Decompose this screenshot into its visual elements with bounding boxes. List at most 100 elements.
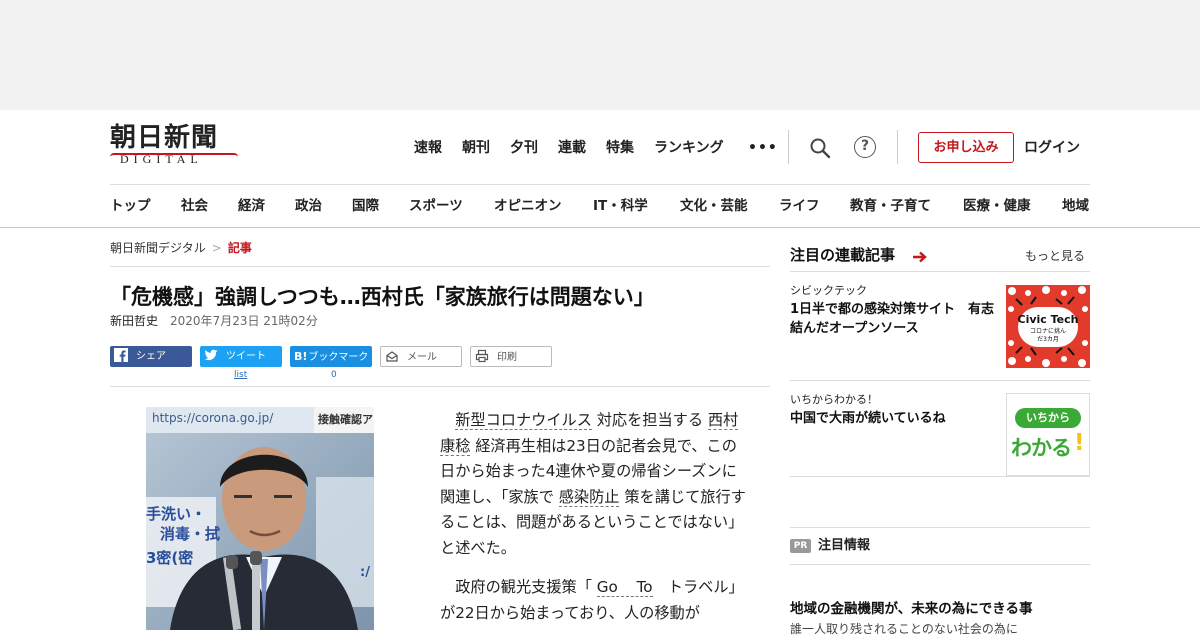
top-navigation: 速報 朝刊 夕刊 連載 特集 ランキング xyxy=(414,138,744,158)
facebook-icon xyxy=(114,348,128,362)
category-opinion[interactable]: オピニオン xyxy=(494,196,562,216)
category-politics[interactable]: 政治 xyxy=(295,196,322,216)
article-title: 「危機感」強調しつつも…西村氏「家族旅行は問題ない」 xyxy=(110,285,655,309)
ad-banner-area xyxy=(0,0,1200,110)
photo-banner-text-3: 3密(密 xyxy=(146,549,194,567)
divider xyxy=(790,271,1090,272)
hatena-icon: B! xyxy=(294,350,308,363)
photo-url-text: https://corona.go.jp/ xyxy=(152,411,274,425)
breadcrumb: 朝日新聞デジタル > 記事 xyxy=(110,240,252,256)
divider xyxy=(790,476,1090,477)
facebook-share-button[interactable]: シェア xyxy=(110,346,192,367)
article-paragraph: 政府の観光支援策「 Go To トラベル」が22日から始まっており、人の移動が xyxy=(440,575,750,626)
pr-item-subtitle: 誰一人取り残されることのない社会の為に xyxy=(790,622,1018,636)
pr-item-title[interactable]: 地域の金融機関が、未来の為にできる事 xyxy=(790,600,1032,618)
paragraph-text: 政府の観光支援策「 xyxy=(455,578,592,596)
sidebar-item-category: いちからわかる！ xyxy=(790,393,878,406)
breadcrumb-home[interactable]: 朝日新聞デジタル xyxy=(110,241,206,255)
twitter-share-label: ツイート xyxy=(226,351,266,362)
photo-sign-text: 接触確認ア xyxy=(318,413,373,426)
article-date: 2020年7月23日 21時02分 xyxy=(170,314,318,328)
pr-section-label: 注目情報 xyxy=(818,538,871,553)
category-life[interactable]: ライフ xyxy=(779,196,820,216)
sidebar-item-category: シビックテック xyxy=(790,284,867,297)
article-paragraph: 新型コロナウイルス 対応を担当する 西村康稔 経済再生相は23日の記者会見で、こ… xyxy=(440,408,750,561)
breadcrumb-current: 記事 xyxy=(227,241,252,255)
login-button[interactable]: ログイン xyxy=(1024,138,1080,158)
mail-share-label: メール xyxy=(407,352,437,363)
hatena-bookmark-label: ブックマーク xyxy=(308,352,369,363)
facebook-share-label: シェア xyxy=(136,351,166,362)
photo-banner-text-1: 手洗い・ xyxy=(146,505,207,523)
article-author[interactable]: 新田哲史 xyxy=(110,314,158,328)
ichikara-badge: いちから xyxy=(1015,408,1081,428)
print-label: 印刷 xyxy=(497,352,517,363)
topnav-item-features[interactable]: 特集 xyxy=(606,138,634,158)
category-health[interactable]: 医療・健康 xyxy=(963,196,1031,216)
paragraph-text: 対応を担当する xyxy=(596,411,704,429)
more-menu-icon[interactable]: ••• xyxy=(748,138,778,158)
photo-banner-text-2: 消毒・拭 xyxy=(160,525,221,543)
logo-title: 朝日新聞 xyxy=(110,123,219,153)
site-header: 朝日新聞 DIGITAL 速報 朝刊 夕刊 連載 特集 ランキング ••• ? … xyxy=(0,110,1200,228)
keyword-link[interactable]: 新型コロナウイルス xyxy=(455,411,592,430)
article-byline: 新田哲史 2020年7月23日 21時02分 xyxy=(110,313,318,329)
twitter-share-button[interactable]: ツイート xyxy=(200,346,282,367)
hatena-bookmark-count: 0 xyxy=(331,370,337,380)
category-culture[interactable]: 文化・芸能 xyxy=(680,196,748,216)
divider xyxy=(110,386,770,387)
keyword-link[interactable]: 感染防止 xyxy=(558,487,620,507)
divider xyxy=(790,380,1090,381)
site-logo[interactable]: 朝日新聞 DIGITAL xyxy=(110,124,240,170)
category-sports[interactable]: スポーツ xyxy=(409,196,463,216)
mail-share-button[interactable]: メール xyxy=(380,346,462,367)
category-top[interactable]: トップ xyxy=(110,196,151,216)
category-local[interactable]: 地域 xyxy=(1062,196,1089,216)
help-icon[interactable]: ? xyxy=(854,136,876,158)
divider xyxy=(790,564,1090,565)
civic-tech-sublabel: コロナに挑んだ3カ月 xyxy=(1030,328,1067,343)
sidebar-item-title[interactable]: 1日半で都の感染対策サイト 有志結んだオープンソース xyxy=(790,300,996,338)
wakaru-label: わかる xyxy=(1011,436,1072,460)
divider xyxy=(790,527,1090,528)
hatena-bookmark-button[interactable]: B!ブックマーク xyxy=(290,346,372,367)
print-icon xyxy=(475,349,489,363)
category-society[interactable]: 社会 xyxy=(181,196,208,216)
category-education[interactable]: 教育・子育て xyxy=(850,196,931,216)
search-icon[interactable] xyxy=(808,136,832,160)
topnav-item-ranking[interactable]: ランキング xyxy=(654,138,724,158)
sidebar-item-title[interactable]: 中国で大雨が続いているね xyxy=(790,409,996,428)
divider xyxy=(110,266,770,267)
category-it-science[interactable]: IT・科学 xyxy=(593,196,648,216)
twitter-share-count[interactable]: list xyxy=(234,370,247,380)
twitter-icon xyxy=(204,348,218,362)
topnav-item-series[interactable]: 連載 xyxy=(558,138,586,158)
article-body: 新型コロナウイルス 対応を担当する 西村康稔 経済再生相は23日の記者会見で、こ… xyxy=(440,408,750,640)
topnav-item-morning[interactable]: 朝刊 xyxy=(462,138,490,158)
logo-swoosh xyxy=(110,153,238,157)
civic-tech-pattern xyxy=(1006,285,1090,368)
article-photo[interactable]: https://corona.go.jp/ 接触確認ア 手洗い・ 消毒・拭 3密… xyxy=(146,407,374,630)
topnav-item-breaking[interactable]: 速報 xyxy=(414,138,442,158)
header-divider xyxy=(110,184,1090,185)
category-economy[interactable]: 経済 xyxy=(238,196,265,216)
category-navigation: トップ 社会 経済 政治 国際 スポーツ オピニオン IT・科学 文化・芸能 ラ… xyxy=(110,196,1100,216)
civic-tech-label: Civic Tech xyxy=(1017,313,1079,326)
sidebar-heading[interactable]: 注目の連載記事 xyxy=(790,244,895,266)
sidebar-more-link[interactable]: もっと見る xyxy=(1025,248,1085,264)
civic-tech-thumbnail[interactable]: Civic Tech コロナに挑んだ3カ月 xyxy=(1006,285,1090,368)
topnav-item-evening[interactable]: 夕刊 xyxy=(510,138,538,158)
mail-icon xyxy=(385,349,399,363)
photo-side-text: :/ xyxy=(360,565,370,580)
divider xyxy=(897,130,898,164)
category-international[interactable]: 国際 xyxy=(352,196,379,216)
print-button[interactable]: 印刷 xyxy=(470,346,552,367)
keyword-link[interactable]: Go To xyxy=(596,578,653,597)
divider xyxy=(788,130,789,164)
pr-badge: PR xyxy=(790,539,811,553)
subscribe-button[interactable]: お申し込み xyxy=(918,132,1014,163)
breadcrumb-separator: > xyxy=(211,241,222,255)
exclamation-icon: ! xyxy=(1074,430,1085,456)
ichikara-wakaru-thumbnail[interactable]: いちから わかる ! xyxy=(1006,393,1090,476)
arrow-right-icon xyxy=(913,251,927,263)
